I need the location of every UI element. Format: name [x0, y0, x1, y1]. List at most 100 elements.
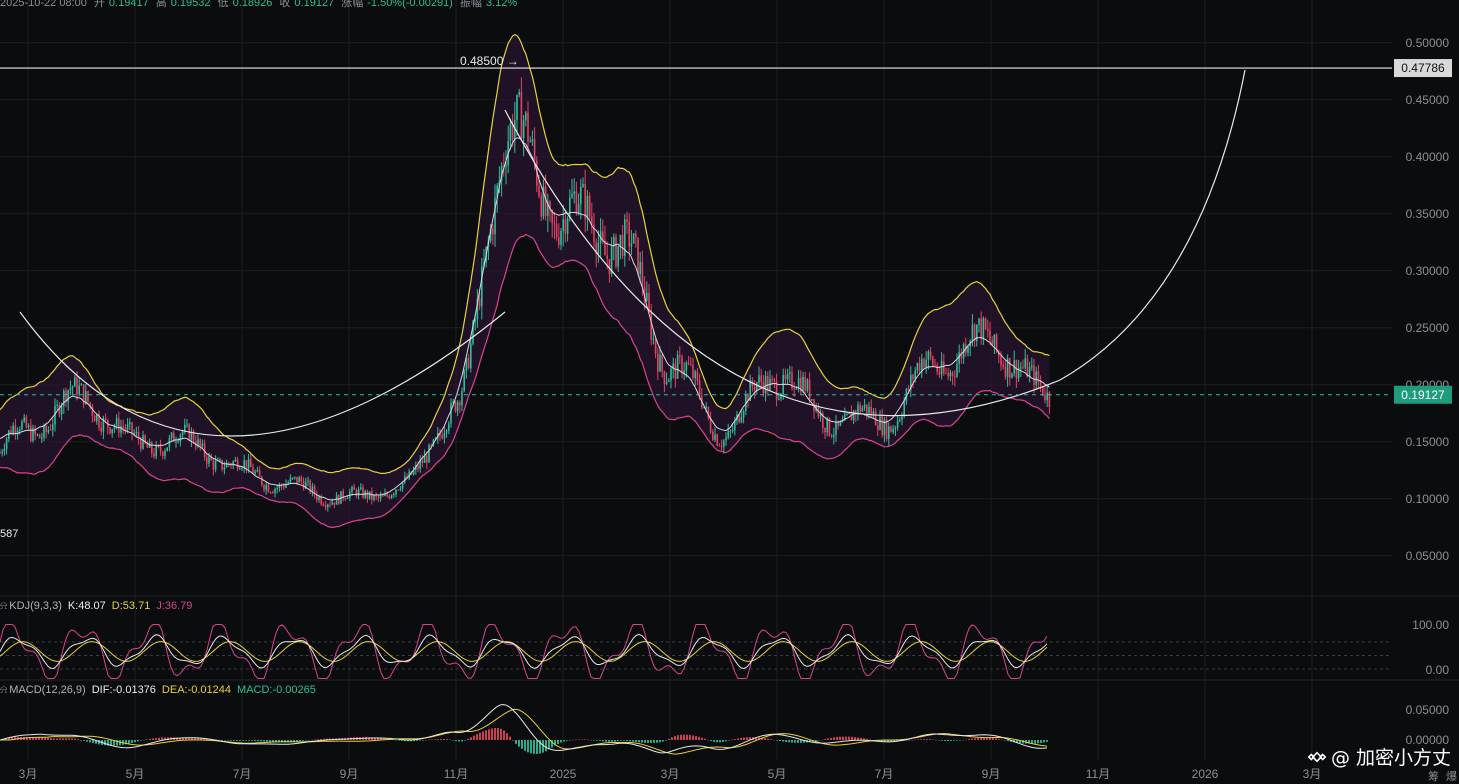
macd-histogram-bar [833, 737, 835, 740]
candle-body [833, 434, 835, 437]
macd-histogram-bar [590, 739, 592, 741]
candle-body [558, 237, 560, 245]
candle-body [159, 445, 162, 452]
macd-histogram-bar [416, 740, 418, 741]
candle-body [632, 233, 635, 244]
candle-body [212, 460, 215, 470]
x-tick-label: 7月 [875, 767, 894, 781]
candle-body [245, 460, 248, 469]
macd-histogram-bar [422, 740, 424, 741]
macd-histogram-bar [224, 740, 226, 741]
candle-body [608, 259, 611, 274]
candle-body [43, 425, 45, 438]
macd-histogram-bar [866, 738, 868, 740]
candle-body [938, 371, 941, 375]
macd-histogram-bar [671, 737, 673, 740]
macd-histogram-bar [77, 739, 79, 740]
candle-body [560, 230, 562, 245]
macd-histogram-bar [734, 739, 736, 740]
candle-body [668, 380, 670, 382]
candle-body [243, 460, 245, 468]
macd-histogram-bar [314, 739, 316, 741]
candle-body [74, 377, 76, 387]
candle-body [760, 375, 762, 382]
candle-body [199, 439, 201, 447]
candle-body [428, 445, 430, 463]
candle-body [1020, 367, 1022, 369]
candle-body [27, 425, 30, 428]
candle-body [100, 427, 102, 432]
candle-body [45, 425, 47, 433]
macd-histogram-bar [443, 738, 445, 740]
candle-body [393, 493, 395, 496]
candle-body [923, 359, 925, 367]
macd-legend[interactable]: ⍾ MACD(12,26,9) DIF:-0.01376 DEA:-0.01244 MA… [0, 684, 316, 697]
chart-canvas[interactable]: 0.50000 0.45000 0.40000 0.35000 0.30000 0.250… [0, 0, 1459, 784]
macd-histogram-bar [695, 736, 697, 740]
candle-body [698, 380, 701, 396]
macd-histogram-bar [83, 740, 85, 741]
macd-histogram-bar [914, 739, 916, 741]
candle-body [784, 374, 787, 380]
candle-body [175, 441, 177, 443]
candle-body [232, 461, 234, 466]
kdj-legend[interactable]: ⍾ KDJ(9,3,3) K:48.07 D:53.71 J:36.79 [0, 600, 192, 613]
candle-body [520, 92, 523, 139]
macd-histogram-bar [830, 737, 832, 740]
candle-body [916, 363, 919, 371]
macd-histogram-bar [764, 738, 766, 740]
candle-body [366, 491, 369, 499]
hline-price-label: 0.47786 [1401, 61, 1445, 75]
macd-histogram-bar [995, 738, 997, 740]
macd-histogram-bar [818, 740, 820, 741]
macd-histogram-bar [308, 740, 310, 741]
candle-body [118, 418, 120, 433]
close-value: 0.19127 [294, 0, 335, 9]
candle-body [58, 404, 61, 415]
candle-body [344, 498, 347, 500]
candle-body [417, 465, 419, 469]
candle-body [564, 219, 567, 234]
candle-body [720, 445, 723, 447]
macd-histogram-bar [965, 739, 967, 741]
macd-histogram-bar [44, 737, 46, 740]
macd-histogram-bar [311, 739, 313, 741]
y-tick-label: 0.05000 [1406, 549, 1450, 563]
candle-body [113, 426, 116, 430]
macd-histogram-bar [917, 739, 919, 740]
candle-body [562, 219, 564, 231]
change-label: 涨幅 [341, 0, 364, 9]
bell-icon[interactable]: ⍾ [0, 684, 7, 696]
candle-body [764, 375, 767, 394]
candle-body [492, 228, 494, 235]
candle-body [921, 359, 923, 371]
candle-body [859, 404, 861, 412]
macd-histogram-bar [788, 740, 790, 743]
macd-histogram-bar [920, 739, 922, 740]
candle-body [925, 359, 927, 367]
macd-histogram-bar [236, 740, 238, 741]
x-tick-label: 5月 [768, 767, 787, 781]
macd-histogram-bar [581, 739, 583, 740]
candle-body [531, 139, 534, 142]
candle-body [866, 404, 868, 414]
candle-body [267, 484, 270, 493]
candle-body [956, 363, 958, 377]
macd-histogram-bar [68, 738, 70, 740]
macd-histogram-bar [1004, 740, 1006, 741]
candle-body [456, 402, 459, 412]
kdj-j: J:36.79 [156, 600, 193, 612]
y-tick-label: 0.15000 [1406, 435, 1450, 449]
macd-dea-line [0, 708, 1048, 755]
candle-body [527, 112, 529, 142]
candle-body [861, 407, 864, 412]
candle-body [687, 362, 690, 365]
macd-histogram-bar [452, 740, 454, 741]
candle-body [41, 437, 43, 439]
macd-histogram-bar [956, 740, 958, 741]
candle-body [1009, 358, 1011, 378]
bell-icon[interactable]: ⍾ [0, 600, 7, 612]
candle-body [830, 435, 833, 437]
candle-body [806, 379, 809, 391]
macd-histogram-bar [497, 727, 499, 740]
